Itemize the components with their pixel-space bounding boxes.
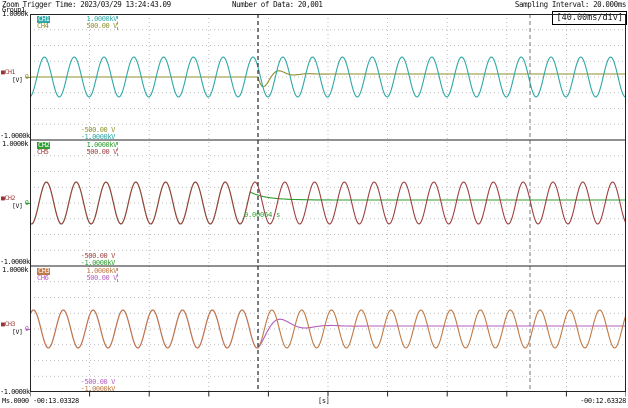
legend-row: CH6 500.00 V [37, 275, 117, 282]
channel-scale-value: 500.00 V [86, 149, 117, 156]
sampling-interval: Sampling Interval: 20.000ms [515, 1, 626, 9]
waveform-plot [30, 14, 626, 397]
trigger-time-value: 2023/03/29 13:24:43.09 [80, 0, 171, 9]
number-of-data-value: 20,001 [298, 0, 323, 9]
panel2-bottom-scale-ch2: -1.0000kV [0, 260, 115, 267]
time-axis-end: -00:12.63328 [580, 398, 626, 405]
panel1-bottom-scale-ch1: -1.0000kV [0, 134, 115, 141]
panel1-legend: CH1 1.0000kV CH4 500.00 V [37, 16, 118, 30]
time-axis-start: -00:13.03328 [33, 398, 79, 405]
number-of-data: Number of Data: 20,001 [232, 1, 323, 9]
time-axis-unit: [s] [318, 398, 329, 405]
legend-row: CH4 500.00 V [37, 23, 117, 30]
number-of-data-label: Number of Data: [232, 0, 294, 9]
axis-scale-pos-1: 1.0000k [0, 141, 28, 148]
panel3-bottom-scale-ch3: -1.0000kV [0, 386, 115, 393]
panel2-legend: CH2 1.0000kV CH5 500.00 V [37, 142, 118, 156]
measurement-annotation: 0.00064 s [244, 212, 280, 219]
scope-viewer-window: Zoom Trigger Time: 2023/03/29 13:24:43.0… [0, 0, 628, 408]
legend-row: CH5 500.00 V [37, 149, 117, 156]
sampling-interval-value: 20.000ms [593, 0, 626, 9]
panel1-zero-tick [26, 77, 30, 78]
channel-scale-value: 500.00 V [86, 23, 117, 30]
ch2-trace [30, 182, 626, 224]
channel-name: CH6 [37, 275, 48, 282]
axis-scale-top: 1.0000k [0, 11, 28, 18]
channel-scale-value: 500.00 V [86, 275, 117, 282]
time-axis-corner: Ms.0000 [2, 398, 29, 405]
panel3-zero-tick [26, 329, 30, 330]
panel3-legend: CH3 1.0000kV CH6 500.00 V [37, 268, 118, 282]
panel2-zero-tick [26, 203, 30, 204]
sampling-interval-label: Sampling Interval: [515, 0, 589, 9]
trigger-time: Zoom Trigger Time: 2023/03/29 13:24:43.0… [2, 1, 171, 9]
ch5-trace [30, 182, 626, 224]
channel-name: CH5 [37, 149, 48, 156]
channel-name: CH4 [37, 23, 48, 30]
axis-scale-pos-2: 1.0000k [0, 267, 28, 274]
